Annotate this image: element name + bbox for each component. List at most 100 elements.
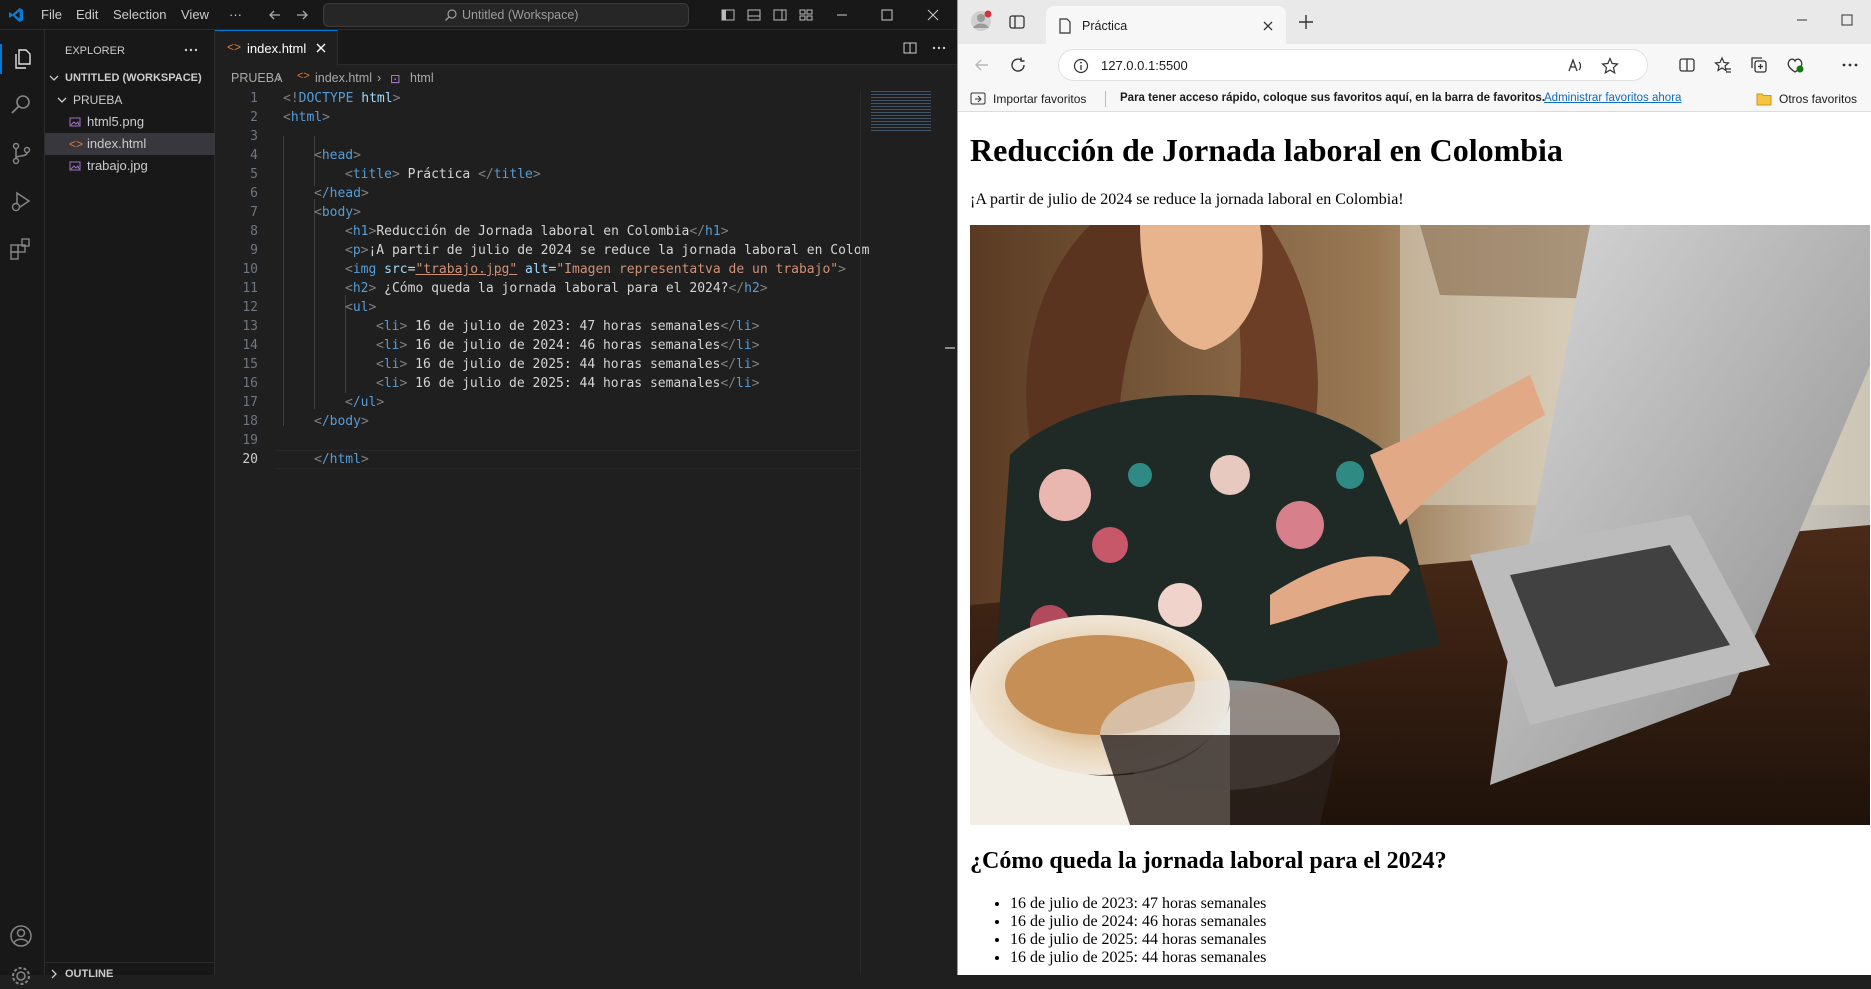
menu-selection[interactable]: Selection <box>113 7 166 22</box>
breadcrumb-file[interactable]: index.html <box>315 71 372 85</box>
chevron-down-icon <box>49 67 59 83</box>
toggle-panel-icon[interactable] <box>746 7 762 23</box>
edge-window: Práctica 127.0.0.1:5500 Importar favorit… <box>957 0 1871 975</box>
toggle-secondary-sidebar-icon[interactable] <box>772 7 788 23</box>
file-label: html5.png <box>87 114 145 129</box>
back-arrow-icon[interactable] <box>267 7 283 23</box>
minimap[interactable] <box>860 89 955 975</box>
split-editor-icon[interactable] <box>902 40 918 56</box>
manage-favorites-link[interactable]: Administrar favoritos ahora <box>1544 92 1681 104</box>
browser-essentials-icon[interactable] <box>1786 56 1804 74</box>
file-item-html5-png[interactable]: html5.png <box>45 111 215 133</box>
settings-more-icon[interactable] <box>1841 56 1859 74</box>
extensions-icon[interactable] <box>8 236 34 262</box>
breadcrumb-symbol[interactable]: html <box>410 71 434 85</box>
file-item-trabajo-jpg[interactable]: trabajo.jpg <box>45 155 215 177</box>
maximize-icon[interactable] <box>879 7 895 23</box>
info-icon[interactable] <box>1073 58 1089 74</box>
maximize-icon[interactable] <box>1839 12 1855 28</box>
refresh-icon[interactable] <box>1009 56 1027 74</box>
indent-guide <box>314 199 315 409</box>
forward-arrow-icon[interactable] <box>294 7 310 23</box>
split-screen-icon[interactable] <box>1678 56 1696 74</box>
menu-edit[interactable]: Edit <box>76 7 98 22</box>
folder-icon <box>1756 92 1772 106</box>
vscode-window: File Edit Selection View ··· Untitled (W… <box>0 0 957 985</box>
url-text: 127.0.0.1:5500 <box>1101 58 1188 73</box>
close-tab-icon[interactable] <box>314 41 328 55</box>
tab-index-html[interactable]: <> index.html <box>215 30 338 66</box>
other-favorites[interactable]: Otros favoritos <box>1779 92 1857 106</box>
favorites-bar: Importar favoritos Para tener acceso ráp… <box>958 86 1871 112</box>
menu-more[interactable]: ··· <box>229 7 242 22</box>
command-center-search[interactable]: Untitled (Workspace) <box>323 3 689 27</box>
new-tab-plus-icon[interactable] <box>1297 13 1315 31</box>
code-line-11: <h2> ¿Cómo queda la jornada laboral para… <box>345 281 768 296</box>
source-control-icon[interactable] <box>8 140 34 166</box>
menu-file[interactable]: File <box>41 7 62 22</box>
minimap-preview <box>871 91 931 131</box>
line-number: 16 <box>242 376 258 391</box>
favorites-icon[interactable] <box>1714 56 1732 74</box>
workspace-label: UNTITLED (WORKSPACE) <box>65 72 202 84</box>
list-item: 16 de julio de 2025: 44 horas semanales <box>1010 931 1266 949</box>
line-number: 4 <box>250 148 258 163</box>
explorer-icon[interactable] <box>0 44 45 74</box>
code-line-7: <body> <box>314 205 361 220</box>
list-item: 16 de julio de 2024: 46 horas semanales <box>1010 913 1266 931</box>
line-number: 10 <box>242 262 258 277</box>
line-number: 18 <box>242 414 258 429</box>
read-aloud-icon[interactable] <box>1567 57 1585 75</box>
address-bar[interactable]: 127.0.0.1:5500 <box>1058 49 1648 81</box>
customize-layout-icon[interactable] <box>798 7 814 23</box>
activity-bar <box>0 30 45 985</box>
import-favorites-icon <box>970 91 986 107</box>
code-line-1: <!DOCTYPE html> <box>283 91 401 106</box>
editor-more-icon[interactable] <box>931 40 947 56</box>
more-actions-icon[interactable] <box>183 42 199 58</box>
collections-icon[interactable] <box>1750 56 1768 74</box>
tab-actions-icon[interactable] <box>1008 13 1026 31</box>
minimize-icon[interactable] <box>1794 12 1810 28</box>
list-item: 16 de julio de 2025: 44 horas semanales <box>1010 949 1266 967</box>
code-line-20: </html> <box>314 452 369 467</box>
line-number: 20 <box>242 452 258 467</box>
html-file-icon: <> <box>227 40 242 54</box>
line-number: 8 <box>250 224 258 239</box>
toggle-sidebar-icon[interactable] <box>720 7 736 23</box>
menu-view[interactable]: View <box>181 7 209 22</box>
file-item-index-html[interactable]: <> index.html <box>45 133 215 155</box>
favorite-star-icon[interactable] <box>1601 57 1619 75</box>
code-line-13: <li> 16 de julio de 2023: 47 horas seman… <box>376 319 760 334</box>
explorer-sidebar: EXPLORER UNTITLED (WORKSPACE) PRUEBA htm… <box>45 30 215 980</box>
chevron-right-icon <box>49 963 59 979</box>
account-icon[interactable] <box>8 923 34 949</box>
work-photo <box>970 225 1870 825</box>
page-paragraph: ¡A partir de julio de 2024 se reduce la … <box>970 191 1404 208</box>
webpage-content: Reducción de Jornada laboral en Colombia… <box>958 112 1871 975</box>
folder-prueba[interactable]: PRUEBA <box>45 89 215 111</box>
breadcrumb-folder[interactable]: PRUEBA <box>231 71 282 85</box>
run-debug-icon[interactable] <box>8 188 34 214</box>
import-favorites-link[interactable]: Importar favoritos <box>993 92 1086 106</box>
scrollbar-marker <box>945 347 955 349</box>
minimize-icon[interactable] <box>834 7 850 23</box>
indent-guide <box>283 136 284 426</box>
edge-toolbar: 127.0.0.1:5500 <box>958 44 1871 86</box>
back-arrow-icon[interactable] <box>973 56 991 74</box>
search-view-icon[interactable] <box>8 92 34 118</box>
code-line-4: <head> <box>314 148 361 163</box>
code-editor[interactable]: 1 2 3 4 5 6 7 8 9 10 11 12 13 14 15 16 17 18 19 20 <!DOCTYP… <box>215 89 869 975</box>
work-photo-illustration <box>970 225 1870 825</box>
close-icon[interactable] <box>925 7 941 23</box>
code-line-14: <li> 16 de julio de 2024: 46 horas seman… <box>376 338 760 353</box>
line-number: 15 <box>242 357 258 372</box>
outline-section[interactable]: OUTLINE <box>45 962 215 984</box>
code-line-16: <li> 16 de julio de 2025: 44 horas seman… <box>376 376 760 391</box>
profile-avatar-icon[interactable] <box>970 10 992 32</box>
close-tab-icon[interactable] <box>1261 19 1275 33</box>
html-file-icon: <> <box>69 137 84 151</box>
manage-gear-icon[interactable] <box>8 963 34 989</box>
browser-tab-practica[interactable]: Práctica <box>1046 6 1286 44</box>
workspace-section[interactable]: UNTITLED (WORKSPACE) <box>45 67 215 89</box>
